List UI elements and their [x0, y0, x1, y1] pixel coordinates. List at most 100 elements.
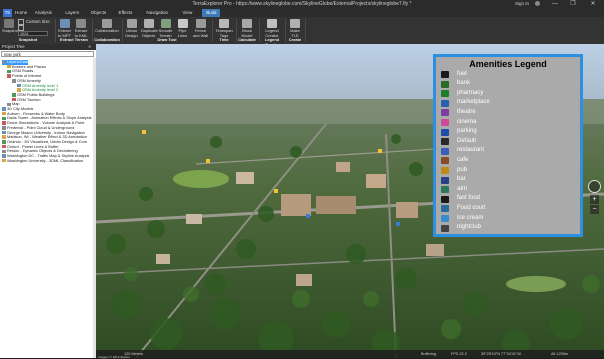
- title-bar: TerraExplorer Pro - https://www.skylineg…: [0, 0, 604, 9]
- sign-in-link[interactable]: Sign In: [515, 1, 529, 6]
- menu-effects[interactable]: Effects: [119, 9, 133, 17]
- navigation-control[interactable]: + −: [588, 180, 601, 220]
- timespan-icon: [219, 19, 229, 28]
- block-icon: [242, 19, 252, 28]
- menu-build[interactable]: Build: [202, 9, 221, 17]
- layer-icon: [2, 149, 6, 154]
- close-button[interactable]: ✕: [586, 0, 600, 9]
- menu-objects[interactable]: Objects: [91, 9, 107, 17]
- zoom-out-button[interactable]: −: [590, 205, 599, 214]
- legend-item-label: nightclub: [457, 224, 482, 231]
- extract-icon: [59, 19, 70, 28]
- panel-close-icon[interactable]: ✕: [88, 44, 91, 50]
- ribbon-separator: [212, 19, 213, 42]
- atm-icon: [441, 186, 449, 194]
- maximize-button[interactable]: ❐: [566, 0, 580, 9]
- extract-mpt-button[interactable]: Extract to MPT: [57, 18, 72, 38]
- pipe-lines-button[interactable]: Pipe Lines: [175, 18, 190, 38]
- layer-icon: [2, 135, 6, 139]
- layer-icon: [12, 79, 16, 83]
- buffering-text: Buffering: [421, 352, 437, 356]
- legend-creator-button[interactable]: Legend Creator: [261, 18, 283, 38]
- restaurant-icon: [441, 147, 449, 155]
- group-label-calculate: Calculate: [238, 37, 256, 42]
- group-label-extract: Extract Terrain: [60, 37, 88, 42]
- ribbon-toolbar: Snapshot Custom Size 1024 Snapshot Extra…: [0, 17, 604, 47]
- legend-item-label: theatre: [457, 108, 476, 115]
- marketplace-icon: [441, 99, 449, 107]
- fence-wall-button[interactable]: Fence and Wall: [192, 18, 209, 38]
- default-icon: [441, 138, 449, 146]
- coordinates-text: 39°25'10"N 77°24'41"W: [481, 352, 521, 356]
- layer-icon: [7, 69, 11, 74]
- legend-item-label: fuel: [457, 70, 467, 77]
- tree-item-label: OSM Tourism: [17, 96, 41, 102]
- tree-item-label: Washington University - 3DML Classificat…: [7, 157, 84, 163]
- block-model-button[interactable]: Block Model: [238, 18, 256, 38]
- tree-item[interactable]: Washington University - 3DML Classificat…: [2, 157, 84, 164]
- menu-view[interactable]: View: [182, 9, 192, 17]
- extract-kml-icon: [76, 19, 86, 28]
- duplicate-icon: [143, 19, 154, 28]
- map-3d-view[interactable]: Amenities Legend fuel bank pharmacy marketp…: [96, 44, 604, 358]
- pipe-icon: [177, 19, 188, 28]
- layer-icon: [2, 158, 6, 163]
- legend-item-label: restaurant: [457, 147, 485, 154]
- layer-icon: [2, 140, 6, 144]
- snapshot-button[interactable]: Snapshot: [2, 18, 19, 34]
- menu-navigation[interactable]: Navigation: [146, 9, 168, 17]
- amenities-legend: Amenities Legend fuel bank pharmacy marketp…: [433, 54, 583, 237]
- pharmacy-icon: [441, 90, 449, 98]
- layer-icon: [2, 144, 6, 149]
- altitude-text: Alt 1205m: [551, 352, 569, 356]
- layer-icon: [2, 130, 6, 135]
- group-label-draw: Draw Tool: [157, 37, 177, 42]
- timespan-tags-button[interactable]: Timespan Tags: [214, 18, 234, 38]
- fuel-icon: [441, 71, 449, 78]
- cafe-icon: [441, 157, 449, 165]
- pub-icon: [441, 167, 449, 174]
- project-tree-header: Project Tree: [0, 44, 96, 50]
- menu-analysis[interactable]: Analysis: [35, 9, 52, 17]
- urban-design-button[interactable]: Urban Design: [124, 18, 139, 38]
- smooth-terrain-button[interactable]: Smooth Terrain: [158, 18, 173, 38]
- menu-home[interactable]: Home: [15, 9, 27, 17]
- legend-item-label: fast food: [457, 195, 481, 202]
- window-title: TerraExplorer Pro - https://www.skylineg…: [192, 1, 412, 7]
- layer-icon: [7, 74, 11, 78]
- ribbon-separator: [122, 19, 123, 42]
- icecream-icon: [441, 215, 449, 222]
- bank-icon: [441, 80, 449, 88]
- legend-item-label: atm: [457, 185, 468, 192]
- legend-item-label: cinema: [457, 118, 477, 125]
- legend-item-label: marketplace: [457, 99, 490, 106]
- duplicate-objects-button[interactable]: Duplicate Objects: [141, 18, 158, 38]
- legend-item-label: bar: [457, 176, 466, 183]
- layer-icon: [2, 154, 6, 158]
- layer-icon: [2, 60, 6, 64]
- legend-item-label: pharmacy: [457, 89, 484, 96]
- layer-icon: [12, 93, 16, 97]
- theatre-icon: [441, 109, 449, 117]
- nightclub-icon: [441, 224, 449, 232]
- legend-item-label: pub: [457, 166, 468, 173]
- tle-icon: [290, 19, 300, 28]
- tree-search-input[interactable]: new york: [1, 51, 94, 57]
- project-tree-panel: Project Tree ✕ new york Layers/Data Borde…: [0, 44, 96, 358]
- size-input[interactable]: 1024: [18, 31, 48, 36]
- collaboration-button[interactable]: Collaboration: [94, 18, 120, 34]
- menu-layers[interactable]: Layers: [65, 9, 79, 17]
- compass-icon[interactable]: [588, 180, 601, 193]
- user-avatar-icon[interactable]: [535, 1, 540, 6]
- layer-icon: [2, 121, 6, 125]
- fastfood-icon: [441, 195, 449, 203]
- bar-icon: [441, 176, 449, 184]
- app-menu-button[interactable]: TE: [3, 9, 12, 17]
- extract-kml-button[interactable]: Extract to KML: [73, 18, 89, 38]
- minimize-button[interactable]: —: [548, 0, 562, 9]
- group-label-snapshot: Snapshot: [18, 37, 38, 42]
- layer-icon: [2, 111, 6, 116]
- fence-icon: [195, 19, 206, 28]
- zoom-in-button[interactable]: +: [590, 195, 599, 204]
- make-tle-button[interactable]: Make TLE: [287, 18, 303, 38]
